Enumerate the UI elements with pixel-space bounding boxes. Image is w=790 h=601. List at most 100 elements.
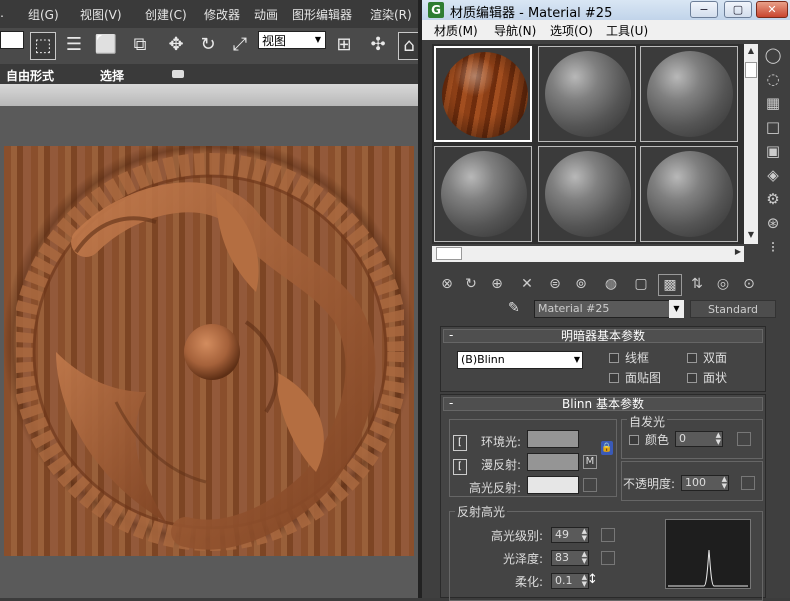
slots-horizontal-scrollbar[interactable]: ▶ [432,246,744,262]
close-button[interactable]: ✕ [756,1,788,18]
sample-slot-3[interactable] [640,46,738,142]
sample-slot-4[interactable] [434,146,532,242]
pivot-icon[interactable]: ⊞ [332,32,356,58]
menu-material[interactable]: 材质(M) [434,22,478,39]
ribbon-toggle-icon[interactable] [172,70,184,78]
faceted-checkbox[interactable] [687,373,697,383]
menu-create[interactable]: 创建(C) [145,6,187,23]
menu-rendering[interactable]: 渲染(R) [370,6,412,23]
face-map-checkbox[interactable] [609,373,619,383]
sample-slot-1[interactable] [434,46,532,142]
selection-filter-dropdown[interactable] [0,31,24,49]
material-type-button[interactable]: Standard [690,300,776,318]
self-illum-spinner[interactable]: 0 ▲ ▼ [675,431,723,447]
perspective-viewport[interactable] [0,106,418,598]
sample-slot-2[interactable] [538,46,636,142]
spinner-arrows-icon[interactable]: ▲ ▼ [722,476,727,490]
menu-animation[interactable]: 动画 [254,6,278,23]
self-illum-map-button[interactable] [737,432,751,446]
scroll-thumb[interactable] [436,247,462,260]
menu-options[interactable]: 选项(O) [550,22,593,39]
specular-color-swatch[interactable] [527,476,579,494]
scale-icon[interactable]: ⤢ [228,32,252,58]
spinner-arrows-icon[interactable]: ▲ ▼ [582,551,587,565]
material-name-field[interactable]: Material #25 ▼ [534,300,684,318]
menu-edit-partial[interactable]: … [0,6,4,20]
minimize-button[interactable]: − [690,1,718,18]
wire-checkbox[interactable] [609,353,619,363]
menu-views[interactable]: 视图(V) [80,6,122,23]
ambient-color-swatch[interactable] [527,430,579,448]
specular-map-button[interactable] [583,478,597,492]
video-color-check-icon[interactable]: ▣ [762,140,784,162]
rotate-icon[interactable]: ↻ [196,32,220,58]
make-preview-icon[interactable]: ◈ [762,164,784,186]
material-editor-titlebar[interactable]: G 材质编辑器 - Material #25 − ▢ ✕ [422,0,790,21]
opacity-label: 不透明度: [623,477,676,491]
scroll-thumb[interactable] [745,62,757,78]
go-to-parent-icon[interactable]: ⇅ [686,274,708,294]
rollout-header[interactable]: - 明暗器基本参数 [443,329,763,343]
move-icon[interactable]: ✥ [164,32,188,58]
glossiness-spinner[interactable]: 83 ▲ ▼ [551,550,589,566]
put-to-library-icon[interactable]: ⊚ [570,274,592,294]
put-to-scene-icon[interactable]: ↻ [460,274,482,294]
make-unique-icon[interactable]: ⊜ [544,274,566,294]
options-icon[interactable]: ⚙ [762,188,784,210]
menu-utilities[interactable]: 工具(U) [606,22,648,39]
opacity-spinner[interactable]: 100 ▲ ▼ [681,475,729,491]
assign-to-selection-icon[interactable]: ⊕ [486,274,508,294]
slots-vertical-scrollbar[interactable]: ▲ ▼ [744,44,758,244]
keyboard-shortcut-icon[interactable]: ⌂ [398,32,420,60]
diffuse-map-button[interactable]: M [583,455,597,469]
specular-level-spinner[interactable]: 49 ▲ ▼ [551,527,589,543]
select-manipulate-icon[interactable]: ✣ [366,32,390,58]
select-by-name-icon[interactable]: ☰ [62,32,86,58]
go-forward-sibling-icon[interactable]: ◎ [712,274,734,294]
scroll-down-icon[interactable]: ▼ [745,230,757,244]
material-id-channel-icon[interactable]: ◍ [600,274,622,294]
opacity-map-button[interactable] [741,476,755,490]
pick-material-icon[interactable]: ⊙ [738,274,760,294]
chevron-down-icon[interactable]: ▼ [669,300,684,318]
menu-modifiers[interactable]: 修改器 [204,6,240,23]
eyedropper-icon[interactable]: ✎ [508,300,520,316]
maximize-button[interactable]: ▢ [724,1,752,18]
window-crossing-icon[interactable]: ⧉ [128,32,152,58]
glossiness-map-button[interactable] [601,551,615,565]
menu-navigation[interactable]: 导航(N) [494,22,536,39]
specular-level-map-button[interactable] [601,528,615,542]
scroll-up-icon[interactable]: ▲ [745,46,757,60]
spinner-arrows-icon[interactable]: ▲ ▼ [582,528,587,542]
sample-slot-6[interactable] [640,146,738,242]
reference-coord-dropdown[interactable]: 视图 ▼ [258,31,326,49]
self-illum-color-checkbox[interactable] [629,435,639,445]
uv-tiling-icon[interactable]: □ [762,116,784,138]
ribbon-tab-freeform[interactable]: 自由形式 [6,67,54,84]
rect-selection-icon[interactable]: ⬜ [94,32,118,58]
background-icon[interactable]: ▦ [762,92,784,114]
select-object-icon[interactable]: ⬚ [30,32,56,60]
backlight-icon[interactable]: ◌ [762,68,784,90]
show-map-icon[interactable]: ▢ [630,274,652,294]
spinner-arrows-icon[interactable]: ▲ ▼ [716,432,721,446]
lock-ambient-diffuse-icon[interactable]: [ [453,435,467,451]
get-material-icon[interactable]: ⊗ [436,274,458,294]
lock-diffuse-specular-icon[interactable]: [ [453,459,467,475]
soften-spinner[interactable]: 0.1 ▲ ▼ [551,573,589,589]
material-map-navigator-icon[interactable]: ⁝ [762,236,784,258]
sample-slot-5[interactable] [538,146,636,242]
shader-type-dropdown[interactable]: (B)Blinn ▼ [457,351,583,369]
lock-icon[interactable]: 🔒 [601,441,613,455]
reset-map-icon[interactable]: ✕ [516,274,538,294]
two-sided-checkbox[interactable] [687,353,697,363]
ribbon-tab-selection[interactable]: 选择 [100,67,124,84]
select-by-material-icon[interactable]: ⊛ [762,212,784,234]
menu-group[interactable]: 组(G) [28,6,59,23]
menu-graph-editors[interactable]: 图形编辑器 [292,6,352,23]
diffuse-color-swatch[interactable] [527,453,579,471]
sample-type-icon[interactable]: ◯ [762,44,784,66]
show-end-result-icon[interactable]: ▩ [658,274,682,296]
rollout-header[interactable]: - Blinn 基本参数 [443,397,763,411]
scroll-right-icon[interactable]: ▶ [735,247,741,256]
